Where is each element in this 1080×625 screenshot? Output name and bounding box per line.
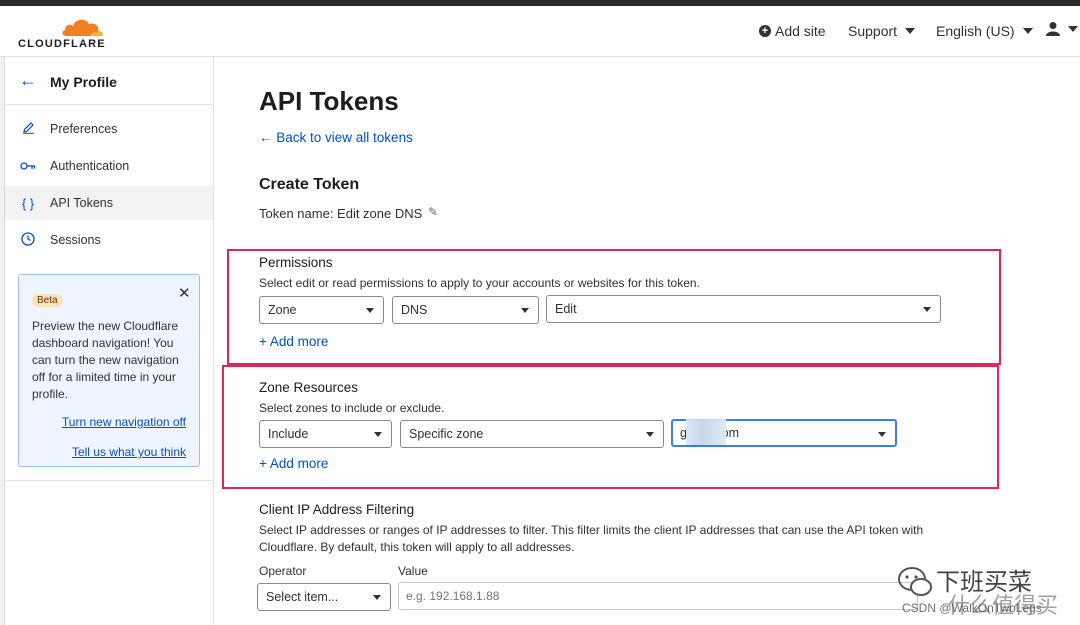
sidebar-item-api-tokens[interactable]: { } API Tokens — [5, 186, 213, 220]
user-menu[interactable] — [1046, 21, 1078, 37]
permission-level-select[interactable]: Edit — [546, 295, 941, 323]
sidebar-title: My Profile — [50, 74, 117, 90]
chevron-down-icon — [646, 432, 654, 437]
add-more-label: Add more — [269, 456, 329, 471]
operator-label: Operator — [259, 564, 307, 578]
beta-message: Preview the new Cloudflare dashboard nav… — [32, 319, 179, 401]
arrow-left-icon: ← — [259, 130, 273, 145]
redacted-domain-blur — [686, 419, 726, 445]
add-site-button[interactable]: + Add site — [759, 23, 826, 39]
back-link-label: Back to view all tokens — [276, 130, 413, 145]
plus-icon: + — [259, 456, 267, 471]
support-label: Support — [848, 23, 898, 39]
wechat-icon — [898, 567, 932, 596]
plus-icon: + — [259, 334, 267, 349]
sidebar-divider — [5, 480, 213, 481]
ip-filtering-description-line2: Cloudflare. By default, this token will … — [259, 540, 575, 554]
chevron-down-icon — [374, 432, 382, 437]
select-value: Include — [268, 427, 309, 441]
permission-resource-select[interactable]: DNS — [392, 296, 539, 324]
add-more-permissions-button[interactable]: + Add more — [259, 334, 328, 349]
chevron-down-icon — [923, 307, 931, 312]
sidebar-header: ← My Profile — [5, 57, 213, 105]
add-more-label: Add more — [269, 334, 329, 349]
beta-navigation-card: Beta ✕ Preview the new Cloudflare dashbo… — [18, 274, 200, 467]
zone-type-select[interactable]: Specific zone — [400, 420, 664, 448]
back-to-tokens-link[interactable]: ← Back to view all tokens — [259, 130, 413, 145]
permissions-title: Permissions — [259, 255, 333, 270]
ip-value-input[interactable] — [398, 582, 918, 610]
sidebar-item-label: API Tokens — [50, 196, 114, 210]
chevron-down-icon — [366, 308, 374, 313]
ip-filtering-title: Client IP Address Filtering — [259, 502, 415, 517]
sidebar-item-preferences[interactable]: Preferences — [5, 112, 213, 146]
edit-pencil-icon[interactable]: ✎ — [428, 205, 438, 219]
chevron-down-icon — [373, 595, 381, 600]
permissions-description: Select edit or read permissions to apply… — [259, 276, 700, 290]
sidebar: ← My Profile Preferences Authentication … — [5, 57, 214, 625]
language-menu[interactable]: English (US) — [936, 23, 1033, 39]
ip-filtering-description-line1: Select IP addresses or ranges of IP addr… — [259, 523, 924, 537]
top-header: CLOUDFLARE + Add site Support English (U… — [0, 6, 1080, 57]
cloud-icon — [62, 19, 103, 36]
zone-resources-description: Select zones to include or exclude. — [259, 401, 445, 415]
beta-badge: Beta — [32, 294, 63, 307]
select-value: Select item... — [266, 590, 339, 604]
operator-select[interactable]: Select item... — [257, 583, 391, 611]
watermark-sub: CSDN @WalkOnTwoLegs — [902, 601, 1042, 615]
zone-include-select[interactable]: Include — [259, 420, 392, 448]
select-value: DNS — [401, 303, 428, 317]
plus-circle-icon: + — [759, 25, 771, 37]
chevron-down-icon — [521, 308, 529, 313]
key-icon — [19, 159, 37, 174]
pencil-icon — [19, 121, 37, 137]
braces-icon: { } — [21, 195, 35, 211]
page-title: API Tokens — [259, 86, 399, 116]
sidebar-item-label: Authentication — [50, 159, 130, 173]
chevron-down-icon — [905, 28, 916, 34]
sidebar-item-label: Sessions — [50, 233, 101, 247]
logo-text: CLOUDFLARE — [18, 38, 106, 50]
language-label: English (US) — [936, 23, 1015, 39]
close-icon[interactable]: ✕ — [178, 284, 191, 302]
chevron-down-icon — [1022, 28, 1033, 34]
clock-icon — [19, 231, 37, 249]
cloudflare-logo[interactable]: CLOUDFLARE — [18, 14, 108, 50]
zone-resources-title: Zone Resources — [259, 380, 359, 395]
chevron-down-icon — [1068, 26, 1078, 32]
sidebar-item-authentication[interactable]: Authentication — [5, 149, 213, 183]
select-value: Specific zone — [409, 427, 484, 441]
back-arrow-icon[interactable]: ← — [19, 70, 37, 91]
turn-navigation-off-link[interactable]: Turn new navigation off — [62, 415, 186, 429]
support-menu[interactable]: Support — [848, 23, 916, 39]
select-value: Zone — [268, 303, 297, 317]
create-token-heading: Create Token — [259, 176, 360, 193]
feedback-link[interactable]: Tell us what you think — [72, 445, 186, 459]
select-value: Edit — [555, 302, 577, 316]
watermark: 下班买菜 什么值得买 CSDN @WalkOnTwoLegs — [896, 561, 1080, 625]
sidebar-item-sessions[interactable]: Sessions — [5, 223, 213, 257]
chevron-down-icon — [878, 432, 886, 437]
add-more-zones-button[interactable]: + Add more — [259, 456, 328, 471]
token-name: Token name: Edit zone DNS — [259, 206, 423, 221]
permission-scope-select[interactable]: Zone — [259, 296, 384, 324]
user-icon — [1046, 22, 1060, 36]
sidebar-item-label: Preferences — [50, 122, 118, 136]
value-label: Value — [398, 564, 428, 578]
add-site-label: Add site — [775, 23, 826, 39]
